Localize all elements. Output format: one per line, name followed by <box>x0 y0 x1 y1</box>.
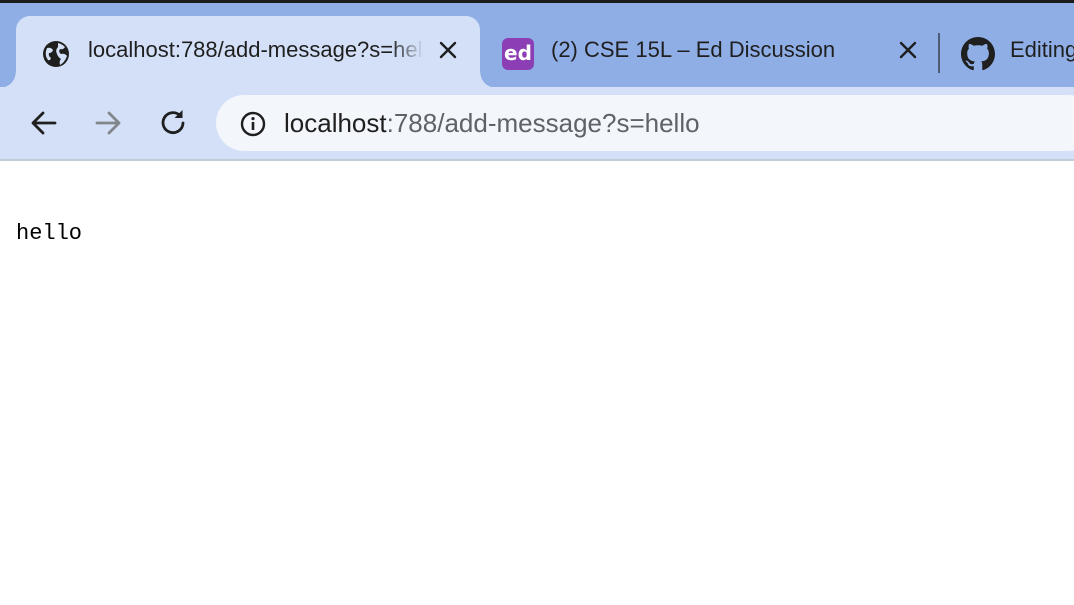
tab-title-localhost: localhost:788/add-message?s=hello <box>88 37 424 62</box>
tab-title-github-editing[interactable]: Editing <box>1010 37 1074 63</box>
close-tab-icon[interactable] <box>436 38 460 62</box>
close-tab-icon[interactable] <box>896 38 920 62</box>
page-body-text: hello <box>16 221 83 246</box>
url-path: :788/add-message?s=hello <box>386 108 700 138</box>
reload-icon[interactable] <box>155 105 191 141</box>
url-host: localhost <box>284 108 387 138</box>
tab-separator <box>938 33 940 73</box>
toolbar-divider <box>0 159 1074 161</box>
back-arrow-icon[interactable] <box>26 105 62 141</box>
url-text[interactable]: localhost:788/add-message?s=hello <box>284 108 700 139</box>
tab-title-ed-discussion[interactable]: (2) CSE 15L – Ed Discussion <box>551 37 881 63</box>
site-info-icon[interactable] <box>239 110 267 138</box>
ed-logo-icon: ed <box>502 38 534 70</box>
github-icon <box>961 37 995 71</box>
forward-arrow-icon <box>95 111 121 135</box>
globe-icon <box>43 41 69 67</box>
